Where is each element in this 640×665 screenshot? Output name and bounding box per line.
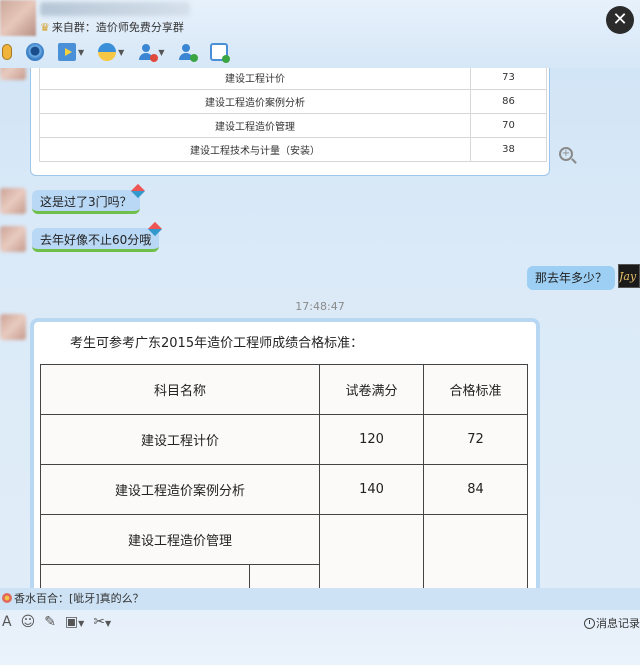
mic-icon <box>2 44 12 60</box>
chevron-down-icon: ▼ <box>158 47 165 57</box>
table-row: 建设工程造价管理 70 <box>39 113 547 138</box>
edit-icon[interactable]: ✎ <box>44 614 56 630</box>
score-table: 建设工程计价 73 建设工程造价案例分析 86 建设工程造价管理 70 建设工程技术与… <box>39 68 547 162</box>
notice-text: 考生可参考广东2015年造价工程师成绩合格标准： <box>70 336 364 351</box>
chat-header: ♛ 来自群：造价师免费分享群 ✕ ▼ ▼ ▼ <box>0 0 640 68</box>
app-center-icon <box>98 43 117 61</box>
message-bubble[interactable]: 去年好像不止60分哦 <box>32 228 160 252</box>
remove-member-icon <box>138 43 159 62</box>
my-message-bubble[interactable]: 那去年多少？ <box>527 266 616 290</box>
avatar[interactable] <box>0 314 26 340</box>
message-card-pass-standard[interactable]: 考生可参考广东2015年造价工程师成绩合格标准： 科目名称 试卷满分 合格标准 … <box>30 318 540 588</box>
message-bubble[interactable]: 这是过了3门吗？ <box>32 190 140 214</box>
group-message-icon <box>210 43 231 63</box>
emoji-icon[interactable]: ☺ <box>21 614 36 630</box>
input-toolbar: A ☺ ✎ ▣▼ ✂▼ 消息记录 <box>0 610 640 665</box>
chevron-down-icon: ▼ <box>118 47 125 57</box>
toolbar: ▼ ▼ ▼ <box>0 40 242 64</box>
screen-share-button[interactable]: ▼ <box>58 43 84 61</box>
message-timestamp: 17:48:47 <box>295 300 345 313</box>
zoom-in-icon[interactable]: + <box>559 147 573 161</box>
table-row: 建设工程计价 120 72 <box>40 414 528 465</box>
clock-icon <box>584 618 595 629</box>
group-message-button[interactable] <box>210 43 231 63</box>
video-call-icon <box>26 43 44 61</box>
crown-icon: ♛ <box>40 21 50 34</box>
group-avatar[interactable] <box>0 0 36 36</box>
avatar[interactable] <box>0 188 26 214</box>
chat-messages[interactable]: 建设工程计价 73 建设工程造价案例分析 86 建设工程造价管理 70 建设工程技术与… <box>0 68 640 588</box>
avatar[interactable] <box>0 226 26 252</box>
avatar[interactable] <box>0 68 26 80</box>
pass-standard-table: 科目名称 试卷满分 合格标准 建设工程计价 120 72 建设工程造价案例分析 … <box>40 364 528 588</box>
app-center-button[interactable]: ▼ <box>98 43 124 61</box>
group-name-redacted <box>40 2 190 16</box>
mic-button[interactable] <box>0 44 12 60</box>
table-row: 建设工程造价管理 100 60 <box>40 514 528 588</box>
table-row: 建设工程计价 73 <box>39 68 547 90</box>
image-message-score-table[interactable]: 建设工程计价 73 建设工程造价案例分析 86 建设工程造价管理 70 建设工程技术与… <box>30 68 573 176</box>
image-icon[interactable]: ▣▼ <box>65 614 84 630</box>
add-member-icon <box>178 43 199 62</box>
chevron-down-icon: ▼ <box>78 47 85 57</box>
close-button[interactable]: ✕ <box>606 6 634 34</box>
screenshot-scissors-icon[interactable]: ✂▼ <box>93 614 111 630</box>
group-source: ♛ 来自群：造价师免费分享群 <box>40 21 184 34</box>
add-member-button[interactable] <box>178 43 199 62</box>
flower-avatar-icon <box>2 593 12 603</box>
message-history-button[interactable]: 消息记录 <box>584 615 640 631</box>
remove-member-button[interactable]: ▼ <box>138 43 165 62</box>
my-avatar[interactable]: Jay <box>618 264 640 288</box>
table-header-row: 科目名称 试卷满分 合格标准 <box>40 364 528 415</box>
table-row: 建设工程技术与计量（安装） 38 <box>39 137 547 162</box>
table-row: 建设工程造价案例分析 140 84 <box>40 464 528 515</box>
screen-share-icon <box>58 43 76 61</box>
video-call-button[interactable] <box>26 43 44 61</box>
font-icon[interactable]: A <box>2 614 12 630</box>
new-message-preview[interactable]: 香水百合：[呲牙]真的么？ <box>0 588 640 610</box>
table-row: 建设工程造价案例分析 86 <box>39 89 547 114</box>
